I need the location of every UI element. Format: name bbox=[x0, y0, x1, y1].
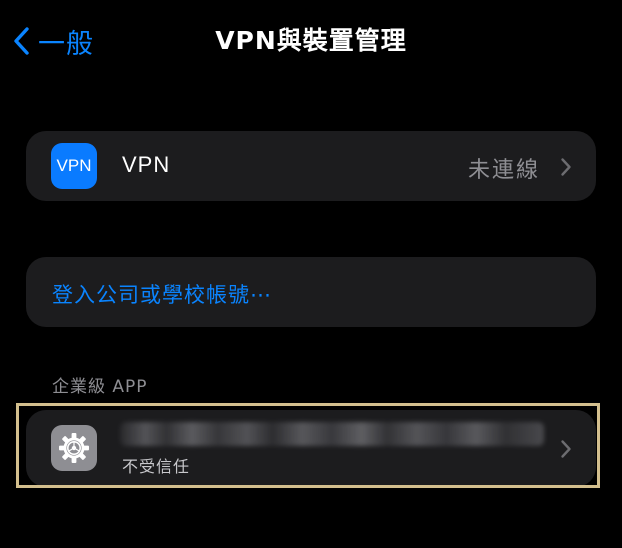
vpn-icon-label: VPN bbox=[56, 156, 92, 175]
vpn-row[interactable]: VPN VPN 未連線 bbox=[26, 131, 596, 201]
gear-icon bbox=[59, 433, 89, 463]
page-title: VPN與裝置管理 bbox=[215, 26, 407, 55]
app-trust-status: 不受信任 bbox=[122, 457, 191, 476]
signin-row[interactable]: 登入公司或學校帳號⋯ bbox=[26, 257, 596, 327]
enterprise-app-row[interactable]: 不受信任 bbox=[26, 410, 596, 487]
signin-link[interactable]: 登入公司或學校帳號⋯ bbox=[52, 279, 272, 309]
enterprise-section-header: 企業級 APP bbox=[52, 377, 148, 397]
vpn-status: 未連線 bbox=[467, 158, 540, 183]
chevron-right-icon bbox=[561, 158, 571, 176]
app-name-redacted bbox=[120, 422, 544, 446]
chevron-right-icon bbox=[561, 440, 571, 458]
settings-app-icon bbox=[51, 425, 97, 471]
vpn-row-label: VPN bbox=[122, 152, 171, 177]
vpn-icon: VPN bbox=[51, 143, 97, 189]
